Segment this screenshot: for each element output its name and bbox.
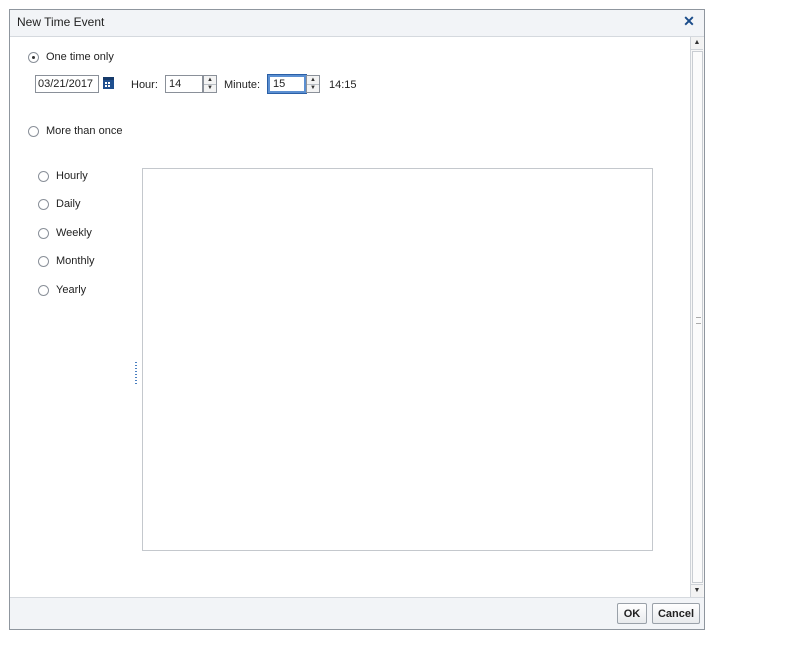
- scroll-down-arrow-icon[interactable]: ▼: [691, 584, 703, 597]
- dialog-title: New Time Event: [17, 15, 105, 29]
- more-than-once-option[interactable]: More than once: [28, 125, 122, 137]
- recurrence-option-yearly[interactable]: Yearly: [38, 284, 86, 296]
- dialog-content: One time only Hour: ▲ ▼ Minute: ▲ ▼ 14:1…: [10, 37, 691, 597]
- time-readout: 14:15: [329, 79, 357, 91]
- minute-input[interactable]: [267, 74, 307, 94]
- vertical-scrollbar[interactable]: ▲ ▼: [690, 37, 704, 597]
- calendar-icon[interactable]: [103, 77, 114, 89]
- recurrence-detail-panel: [142, 168, 653, 551]
- more-than-once-radio[interactable]: [28, 125, 39, 137]
- minute-spinner[interactable]: ▲ ▼: [306, 75, 320, 93]
- hourly-label: Hourly: [56, 170, 88, 182]
- one-time-only-label: One time only: [46, 51, 114, 63]
- cancel-button[interactable]: Cancel: [652, 603, 700, 624]
- recurrence-option-hourly[interactable]: Hourly: [38, 170, 88, 182]
- scroll-up-arrow-icon[interactable]: ▲: [691, 37, 703, 50]
- daily-radio[interactable]: [38, 198, 49, 210]
- monthly-label: Monthly: [56, 255, 95, 267]
- scroll-grip-icon: [696, 317, 701, 324]
- dialog-footer: OK Cancel: [10, 597, 704, 629]
- hour-down-arrow-icon[interactable]: ▼: [204, 84, 216, 92]
- monthly-radio[interactable]: [38, 255, 49, 267]
- ok-button[interactable]: OK: [617, 603, 647, 624]
- splitter-handle[interactable]: [135, 362, 137, 384]
- minute-label: Minute:: [224, 79, 261, 91]
- close-icon[interactable]: ✕: [682, 14, 696, 28]
- date-input[interactable]: [35, 75, 99, 93]
- scrollbar-thumb[interactable]: [692, 51, 703, 583]
- hour-spinner[interactable]: ▲ ▼: [203, 75, 217, 93]
- dialog-titlebar[interactable]: New Time Event ✕: [10, 10, 704, 37]
- hour-input[interactable]: [165, 75, 203, 93]
- hourly-radio[interactable]: [38, 170, 49, 182]
- minute-down-arrow-icon[interactable]: ▼: [307, 84, 319, 92]
- one-time-only-radio[interactable]: [28, 51, 39, 63]
- more-than-once-label: More than once: [46, 125, 123, 137]
- yearly-radio[interactable]: [38, 284, 49, 296]
- recurrence-option-weekly[interactable]: Weekly: [38, 227, 92, 239]
- daily-label: Daily: [56, 198, 81, 210]
- hour-label: Hour:: [131, 79, 158, 91]
- yearly-label: Yearly: [56, 284, 87, 296]
- recurrence-option-monthly[interactable]: Monthly: [38, 255, 95, 267]
- weekly-label: Weekly: [56, 227, 92, 239]
- one-time-only-option[interactable]: One time only: [28, 51, 114, 63]
- weekly-radio[interactable]: [38, 227, 49, 239]
- new-time-event-dialog: New Time Event ✕ One time only Hour: ▲ ▼…: [9, 9, 705, 630]
- recurrence-option-daily[interactable]: Daily: [38, 198, 80, 210]
